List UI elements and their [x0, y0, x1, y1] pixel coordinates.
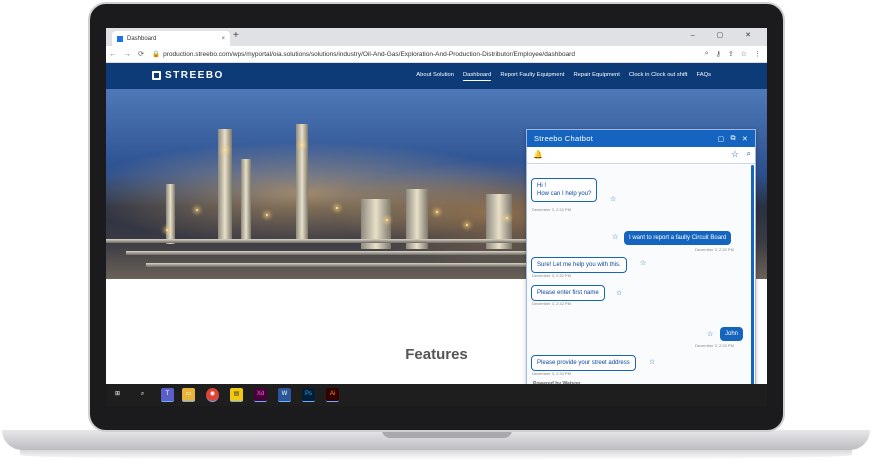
bell-icon[interactable]: 🔔 [533, 150, 543, 159]
user-message: John [720, 327, 744, 341]
url-text: production.streebo.com/wps/myportal/oia.… [163, 51, 575, 58]
bot-message: Hi ! How can I help you? [531, 178, 598, 202]
nav-report-faulty-equipment[interactable]: Report Faulty Equipment [500, 72, 564, 81]
star-icon[interactable]: ☆ [640, 259, 646, 267]
chat-messages: Hi ! How can I help you? ☆ December 3, 2… [527, 165, 751, 390]
favorite-star-icon[interactable]: ☆ [731, 149, 739, 160]
search-icon[interactable]: ⌕ [705, 50, 709, 58]
tab-title: Dashboard [127, 35, 157, 42]
star-icon[interactable]: ☆ [616, 289, 622, 297]
teams-icon[interactable]: T [161, 388, 174, 402]
windows-start-icon[interactable]: ⊞ [111, 388, 124, 401]
nav-about-solution[interactable]: About Solution [416, 72, 454, 81]
laptop-shadow [20, 450, 852, 460]
site-header: STREEBO About Solution Dashboard Report … [106, 63, 767, 89]
star-icon[interactable]: ☆ [741, 50, 747, 58]
message-text: How can I help you? [537, 191, 592, 197]
sticky-notes-icon[interactable]: ▤ [230, 388, 243, 402]
site-nav: About Solution Dashboard Report Faulty E… [416, 72, 711, 81]
chat-search-icon[interactable]: ⌕ [747, 149, 751, 159]
word-icon[interactable]: W [278, 388, 291, 402]
browser-tab[interactable]: Dashboard × [112, 31, 230, 46]
brand-name: STREEBO [165, 70, 224, 81]
maximize-icon[interactable]: ▢ [718, 135, 725, 143]
lock-icon: 🔒 [152, 51, 161, 58]
key-icon[interactable]: ⚷ [716, 50, 721, 58]
screen: Dashboard × + – ▢ ✕ ← → ⟳ 🔒 production.st… [106, 28, 767, 406]
chat-scrollbar[interactable] [751, 165, 754, 388]
chatbot-window: Streebo Chatbot ▢ ⧉ ✕ 🔔 ☆ ⌕ Hi ! How can… [526, 129, 756, 406]
star-icon[interactable]: ☆ [610, 195, 616, 203]
logo-mark-icon [152, 71, 161, 80]
star-icon[interactable]: ☆ [649, 358, 655, 366]
close-icon[interactable]: ✕ [742, 135, 748, 143]
user-message: I want to report a faulty Circuit Board [624, 231, 732, 245]
nav-faqs[interactable]: FAQs [697, 72, 712, 81]
bot-message: Please enter first name [531, 285, 605, 301]
photoshop-icon[interactable]: Ps [302, 388, 315, 402]
chatbot-toolbar: 🔔 ☆ ⌕ [527, 147, 755, 164]
message-time: December 3, 2:33 PM [532, 371, 571, 376]
message-time: December 3, 2:32 PM [695, 247, 734, 252]
window-controls[interactable]: – ▢ ✕ [691, 31, 761, 39]
tab-close-icon[interactable]: × [221, 36, 225, 42]
message-text: Hi ! [537, 183, 546, 189]
message-time: December 3, 2:32 PM [532, 273, 571, 278]
bot-message: Sure! Let me help you with this. [531, 257, 627, 273]
star-icon[interactable]: ☆ [612, 233, 618, 241]
site-logo[interactable]: STREEBO [152, 70, 224, 81]
file-explorer-icon[interactable]: ▭ [182, 388, 195, 402]
message-time: December 3, 2:32 PM [532, 301, 571, 306]
popout-icon[interactable]: ⧉ [731, 135, 736, 143]
back-icon[interactable]: ← [106, 51, 120, 58]
message-time: December 3, 2:32 PM [532, 207, 571, 212]
windows-taskbar: ⊞ ⌕ T ▭ ◉ ▤ Xd W Ps Ai [106, 384, 767, 406]
chatbot-header: Streebo Chatbot ▢ ⧉ ✕ [527, 130, 755, 147]
adobe-xd-icon[interactable]: Xd [254, 388, 267, 402]
share-icon[interactable]: ⇪ [728, 50, 734, 58]
menu-icon[interactable]: ⋮ [754, 50, 761, 58]
forward-icon[interactable]: → [120, 51, 134, 58]
chatbot-title: Streebo Chatbot [534, 134, 594, 143]
new-tab-button[interactable]: + [233, 30, 239, 41]
taskbar-search-icon[interactable]: ⌕ [136, 388, 149, 401]
url-field[interactable]: 🔒 production.streebo.com/wps/myportal/oia… [152, 50, 575, 58]
chrome-icon[interactable]: ◉ [206, 388, 219, 402]
browser-tabbar: Dashboard × + – ▢ ✕ [106, 28, 767, 46]
nav-repair-equipment[interactable]: Repair Equipment [573, 72, 619, 81]
bot-message: Please provide your street address [531, 355, 636, 371]
browser-addressbar: ← → ⟳ 🔒 production.streebo.com/wps/myport… [106, 46, 767, 63]
message-time: December 3, 2:33 PM [695, 343, 734, 348]
illustrator-icon[interactable]: Ai [326, 388, 339, 402]
website: STREEBO About Solution Dashboard Report … [106, 63, 767, 406]
reload-icon[interactable]: ⟳ [134, 50, 148, 58]
star-icon[interactable]: ☆ [707, 330, 713, 338]
nav-dashboard[interactable]: Dashboard [462, 72, 492, 81]
favicon-icon [117, 35, 123, 42]
nav-clock-in-out[interactable]: Clock in Clock out shift [629, 72, 688, 81]
